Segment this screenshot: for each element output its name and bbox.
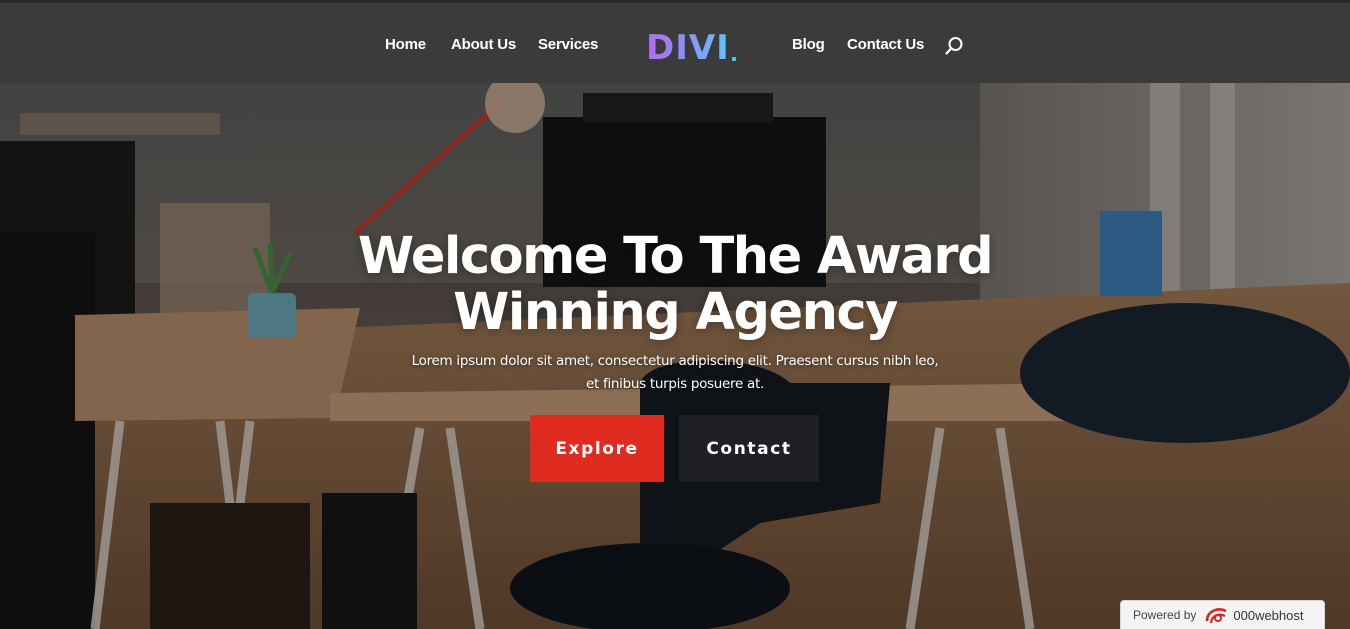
nav-about-us[interactable]: About Us (451, 36, 516, 53)
hero-title-line-1: Welcome To The Award (357, 227, 994, 286)
nav-contact-us[interactable]: Contact Us (847, 36, 924, 53)
000webhost-logo-icon (1206, 608, 1227, 624)
hero-subtitle-line-2: et finibus turpis posuere at. (586, 376, 764, 392)
contact-button[interactable]: Contact (679, 415, 819, 482)
search-icon[interactable] (944, 36, 964, 56)
nav-blog[interactable]: Blog (792, 36, 825, 53)
logo-dot (731, 57, 736, 61)
hero-title-line-2: Winning Agency (453, 283, 898, 342)
hero-section: Welcome To The Award Winning Agency Lore… (0, 83, 1350, 629)
page: Home About Us Services DIVI Blog Contact… (0, 0, 1350, 629)
site-logo[interactable]: DIVI (646, 27, 736, 65)
powered-by-label: Powered by (1133, 608, 1197, 622)
hero-title: Welcome To The Award Winning Agency (175, 229, 1175, 341)
powered-by-badge[interactable]: Powered by 000webhost (1120, 600, 1325, 629)
explore-button[interactable]: Explore (530, 415, 664, 482)
site-header: Home About Us Services DIVI Blog Contact… (0, 0, 1350, 83)
hero-subtitle-line-1: Lorem ipsum dolor sit amet, consectetur … (411, 353, 939, 369)
logo-text: DIVI (646, 28, 730, 68)
host-name: 000webhost (1233, 607, 1304, 623)
nav-home[interactable]: Home (385, 36, 426, 53)
nav-services[interactable]: Services (538, 36, 598, 53)
hero-subtitle: Lorem ipsum dolor sit amet, consectetur … (375, 350, 975, 396)
